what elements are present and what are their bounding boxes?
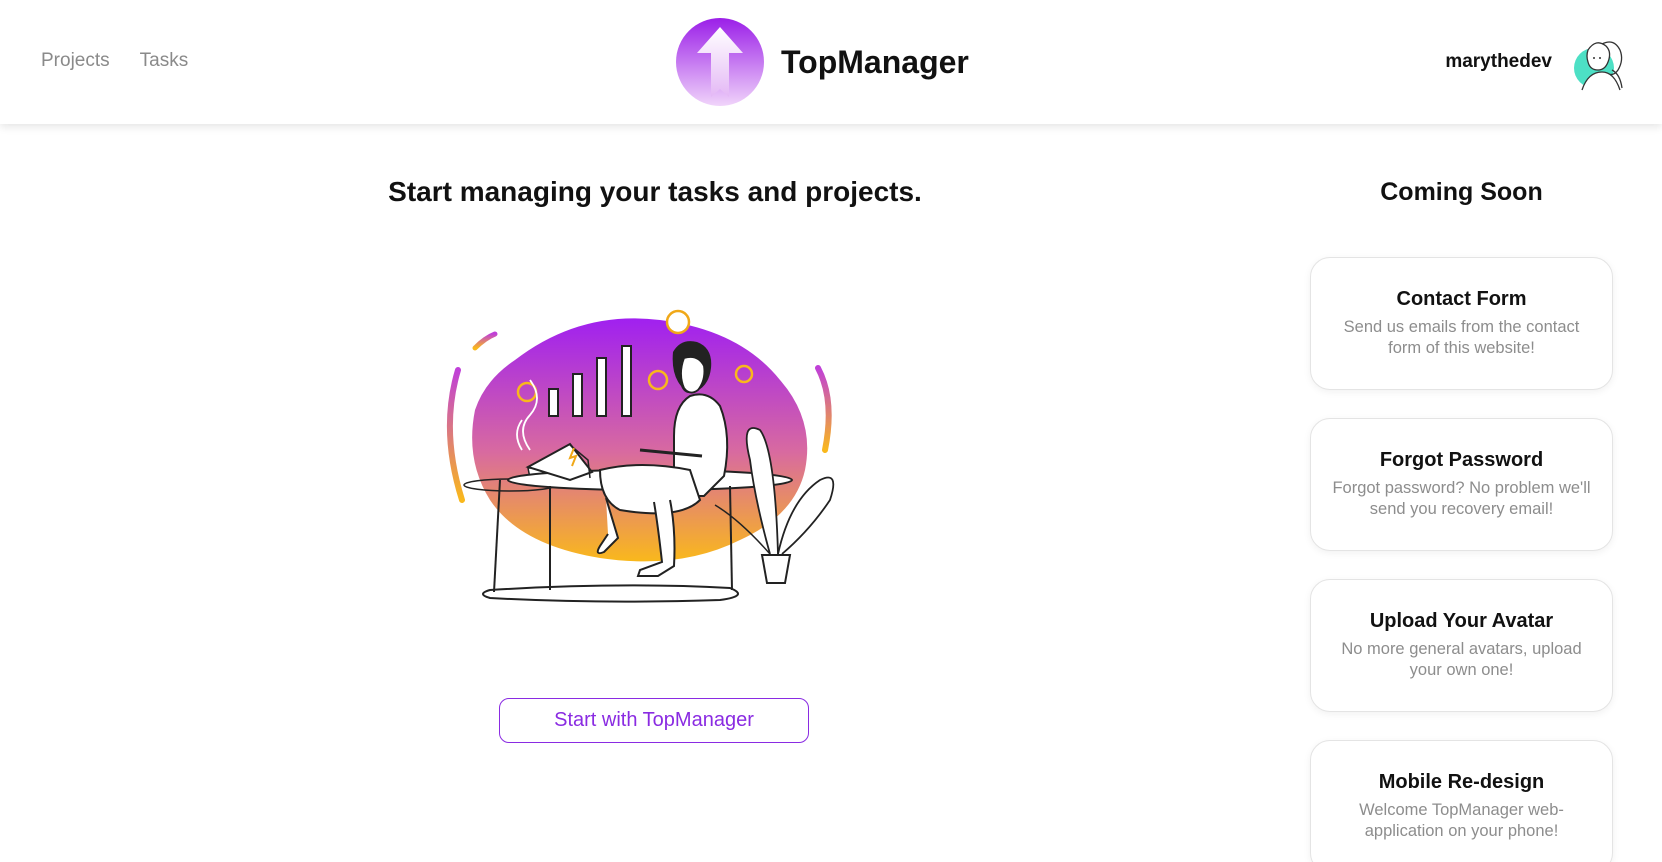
feature-card-title: Upload Your Avatar xyxy=(1369,610,1554,632)
brand-name: TopManager xyxy=(781,43,969,80)
woman-working-at-desk-illustration xyxy=(446,309,835,603)
feature-card-forgot-password: Forgot Password Forgot password? No prob… xyxy=(1310,418,1613,551)
feature-card-desc: Welcome TopManager web-application on yo… xyxy=(1359,801,1564,840)
nav-projects-link[interactable]: Projects xyxy=(41,50,110,72)
username: marythedev xyxy=(1445,51,1552,72)
avatar[interactable] xyxy=(1568,30,1632,94)
nav-tasks-link[interactable]: Tasks xyxy=(140,50,189,72)
feature-card-desc: Forgot password? No problem we'll send y… xyxy=(1332,479,1591,518)
page-title: Start managing your tasks and projects. xyxy=(388,176,922,207)
feature-card-desc: No more general avatars, upload your own… xyxy=(1341,640,1582,679)
feature-card-title: Mobile Re-design xyxy=(1378,771,1545,793)
feature-card-desc: Send us emails from the contact form of … xyxy=(1343,318,1580,357)
top-header: Projects Tasks TopManager marythedev xyxy=(0,0,1662,124)
main-nav: Projects Tasks xyxy=(41,50,188,72)
feature-card-contact-form: Contact Form Send us emails from the con… xyxy=(1310,257,1613,390)
feature-card-title: Forgot Password xyxy=(1379,449,1544,471)
user-menu[interactable]: marythedev xyxy=(1445,30,1632,94)
feature-card-title: Contact Form xyxy=(1396,288,1527,310)
brand[interactable]: TopManager xyxy=(675,17,969,107)
feature-card-upload-avatar: Upload Your Avatar No more general avata… xyxy=(1310,579,1613,712)
start-with-topmanager-button[interactable]: Start with TopManager xyxy=(499,698,809,743)
arrow-up-logo-icon xyxy=(676,18,764,106)
coming-soon-title: Coming Soon xyxy=(1380,178,1543,206)
feature-card-mobile-redesign: Mobile Re-design Welcome TopManager web-… xyxy=(1310,740,1613,862)
